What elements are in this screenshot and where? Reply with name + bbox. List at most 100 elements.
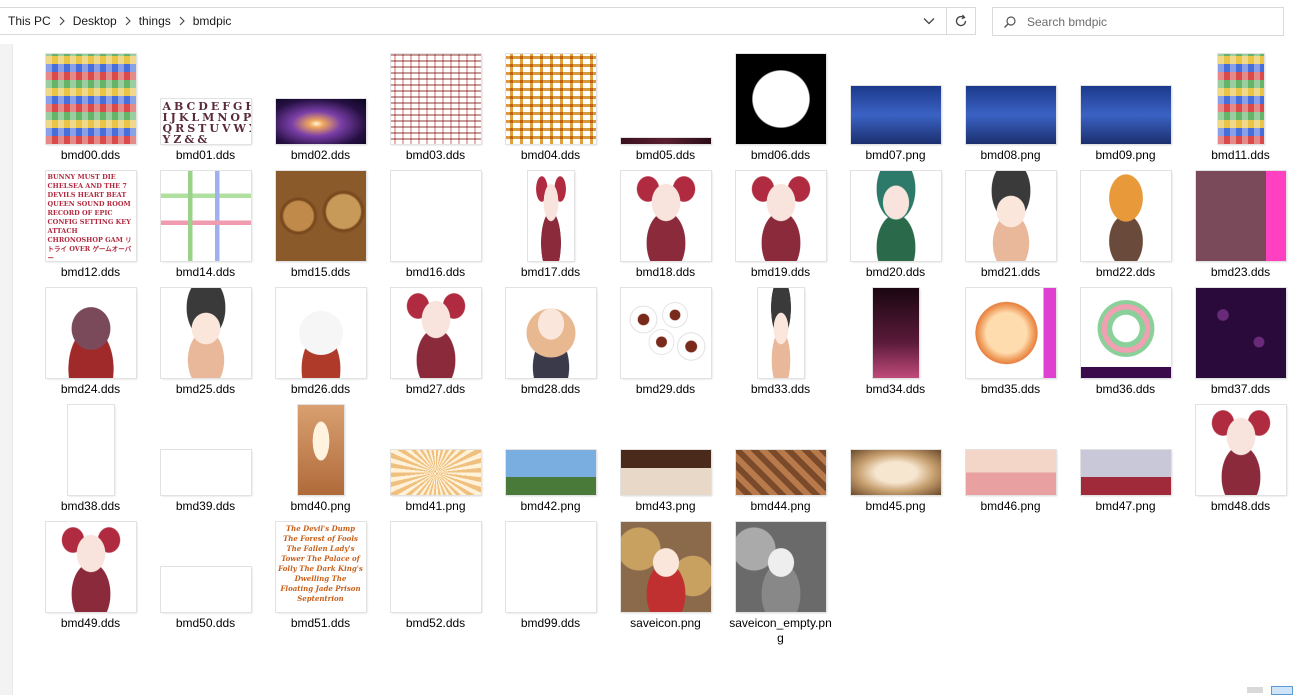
file-thumbnail (45, 288, 136, 378)
file-item[interactable]: The Devil's Dump The Forest of Fools The… (263, 515, 378, 632)
file-name: bmd11.dds (1211, 148, 1270, 162)
file-item[interactable]: bmd18.dds (608, 164, 723, 281)
file-item[interactable]: bmd45.png (838, 398, 953, 515)
file-item[interactable]: bmd08.png (953, 47, 1068, 164)
refresh-button[interactable] (946, 8, 975, 34)
file-item[interactable]: bmd15.dds (263, 164, 378, 281)
navigation-pane-edge[interactable] (0, 44, 13, 695)
file-item[interactable]: bmd28.dds (493, 281, 608, 398)
file-item[interactable]: bmd17.dds (493, 164, 608, 281)
file-thumbnail (160, 450, 251, 495)
file-name: saveicon_empty.png (729, 616, 832, 645)
file-name: bmd99.dds (520, 616, 581, 630)
search-icon (993, 15, 1027, 29)
file-item[interactable]: bmd26.dds (263, 281, 378, 398)
chevron-right-icon[interactable] (55, 8, 69, 34)
file-name: bmd08.png (980, 148, 1041, 162)
file-thumbnail (1080, 450, 1171, 495)
file-item[interactable]: bmd99.dds (493, 515, 608, 632)
file-item[interactable]: bmd44.png (723, 398, 838, 515)
file-thumbnail (850, 86, 941, 144)
file-item[interactable]: bmd48.dds (1183, 398, 1293, 515)
file-item[interactable]: bmd41.png (378, 398, 493, 515)
search-input[interactable] (1027, 14, 1267, 29)
file-item[interactable]: bmd49.dds (33, 515, 148, 632)
chevron-right-icon[interactable] (175, 8, 189, 34)
file-thumbnail (620, 450, 711, 495)
file-item[interactable]: bmd36.dds (1068, 281, 1183, 398)
breadcrumb-this-pc[interactable]: This PC (4, 8, 55, 34)
file-thumbnail (735, 522, 826, 612)
file-thumbnail (850, 450, 941, 495)
file-item[interactable]: bmd21.dds (953, 164, 1068, 281)
address-dropdown-button[interactable] (911, 8, 946, 34)
breadcrumb-things[interactable]: things (135, 8, 175, 34)
file-name: bmd38.dds (60, 499, 121, 513)
file-item[interactable]: bmd22.dds (1068, 164, 1183, 281)
file-item[interactable]: bmd39.dds (148, 398, 263, 515)
file-item[interactable]: bmd00.dds (33, 47, 148, 164)
file-name: bmd34.dds (865, 382, 926, 396)
chevron-right-icon[interactable] (121, 8, 135, 34)
breadcrumb-bmdpic[interactable]: bmdpic (189, 8, 236, 34)
file-name: bmd28.dds (520, 382, 581, 396)
file-item[interactable]: bmd07.png (838, 47, 953, 164)
file-item[interactable]: BUNNY MUST DIE CHELSEA AND THE 7 DEVILS … (33, 164, 148, 281)
file-name: bmd51.dds (290, 616, 351, 630)
file-name: bmd41.png (405, 499, 466, 513)
file-item[interactable]: bmd06.dds (723, 47, 838, 164)
file-name: saveicon.png (630, 616, 701, 630)
file-item[interactable]: bmd09.png (1068, 47, 1183, 164)
file-item[interactable]: saveicon_empty.png (723, 515, 838, 645)
file-item[interactable]: bmd24.dds (33, 281, 148, 398)
file-item[interactable]: bmd33.dds (723, 281, 838, 398)
file-name: bmd49.dds (60, 616, 121, 630)
file-thumbnail (505, 288, 596, 378)
address-bar[interactable]: This PC Desktop things bmdpic (0, 7, 976, 35)
file-item[interactable]: bmd35.dds (953, 281, 1068, 398)
file-item[interactable]: bmd27.dds (378, 281, 493, 398)
file-name: bmd37.dds (1210, 382, 1271, 396)
file-item[interactable]: bmd43.png (608, 398, 723, 515)
file-name: bmd03.dds (405, 148, 466, 162)
file-thumbnail (390, 288, 481, 378)
file-name: bmd24.dds (60, 382, 121, 396)
file-item[interactable]: bmd42.png (493, 398, 608, 515)
file-item[interactable]: bmd03.dds (378, 47, 493, 164)
file-item[interactable]: bmd40.png (263, 398, 378, 515)
file-item[interactable]: bmd02.dds (263, 47, 378, 164)
file-item[interactable]: bmd52.dds (378, 515, 493, 632)
file-thumbnail (965, 450, 1056, 495)
file-item[interactable]: bmd20.dds (838, 164, 953, 281)
file-item[interactable]: bmd23.dds (1183, 164, 1293, 281)
thumbnail-text: BUNNY MUST DIE CHELSEA AND THE 7 DEVILS … (47, 173, 132, 261)
file-name: bmd42.png (520, 499, 581, 513)
file-name: bmd23.dds (1210, 265, 1271, 279)
file-item[interactable]: bmd37.dds (1183, 281, 1293, 398)
file-item[interactable]: ABCDEFGH IJKLMNOP QRSTUVWX YZ&& bmd01.dds (148, 47, 263, 164)
file-item[interactable]: saveicon.png (608, 515, 723, 632)
address-toolbar: This PC Desktop things bmdpic (0, 0, 1293, 44)
large-icons-view-button[interactable] (1271, 686, 1293, 695)
file-item[interactable]: bmd46.png (953, 398, 1068, 515)
file-item[interactable]: bmd19.dds (723, 164, 838, 281)
file-item[interactable]: bmd34.dds (838, 281, 953, 398)
file-item[interactable]: bmd47.png (1068, 398, 1183, 515)
breadcrumb-desktop[interactable]: Desktop (69, 8, 121, 34)
file-item[interactable]: bmd38.dds (33, 398, 148, 515)
file-item[interactable]: bmd14.dds (148, 164, 263, 281)
file-thumbnail (505, 522, 596, 612)
file-item[interactable]: bmd05.dds (608, 47, 723, 164)
file-item[interactable]: bmd11.dds (1183, 47, 1293, 164)
details-view-button[interactable] (1247, 687, 1263, 693)
file-item[interactable]: bmd04.dds (493, 47, 608, 164)
file-item[interactable]: bmd25.dds (148, 281, 263, 398)
file-name: bmd26.dds (290, 382, 351, 396)
search-box[interactable] (992, 7, 1284, 36)
file-name: bmd52.dds (405, 616, 466, 630)
file-name: bmd39.dds (175, 499, 236, 513)
file-item[interactable]: bmd16.dds (378, 164, 493, 281)
file-item[interactable]: bmd29.dds (608, 281, 723, 398)
file-thumbnail: The Devil's Dump The Forest of Fools The… (275, 522, 366, 612)
file-item[interactable]: bmd50.dds (148, 515, 263, 632)
